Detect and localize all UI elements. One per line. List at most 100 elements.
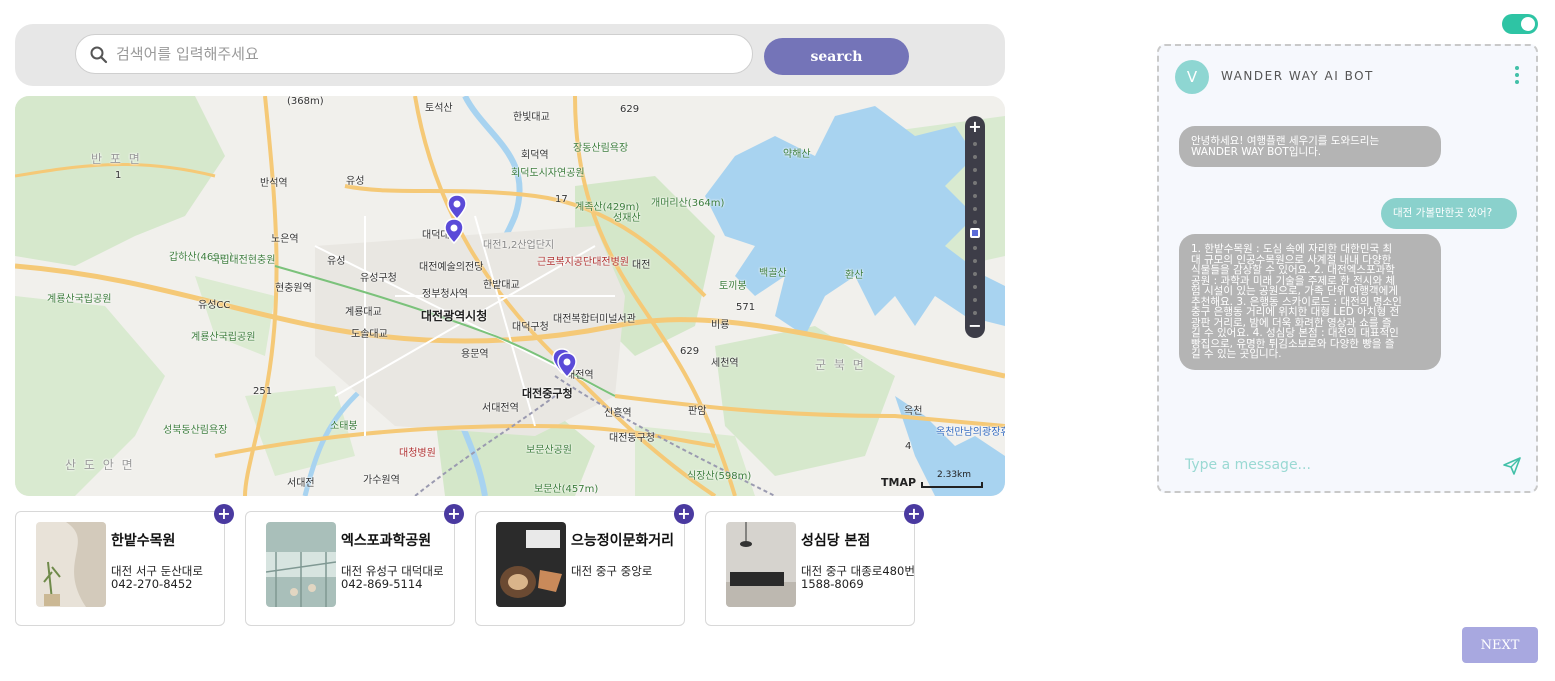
map-label: 한빛대교 [513,112,550,123]
map-pin[interactable] [444,218,464,244]
add-place-button[interactable]: + [904,504,924,524]
map-pin[interactable] [557,352,577,378]
map-label: 대전 [632,260,651,271]
map-label: 유성 [327,256,346,267]
map-label: 판암 [688,406,707,417]
map-label: 계룡산국립공원 [47,294,112,305]
map-label: 산 도 안 면 [65,458,135,472]
place-address: 대전 중구 중앙로 [571,564,653,578]
map-label: 성북동산림욕장 [163,425,228,436]
map-label: 대전중구청 [522,387,573,400]
place-name: 한밭수목원 [111,533,176,549]
scale-label: 2.33km [937,470,972,480]
map-label: 장동산림욕장 [573,143,629,154]
map-label: 도솔대교 [351,329,388,340]
map-label: 약해산 [783,149,811,160]
chat-panel: V WANDER WAY AI BOT 안녕하세요! 여행플랜 세우기를 도와드… [1157,44,1538,493]
map-label: 4 [905,441,912,452]
map-label: 현충원역 [275,283,312,294]
map-label: 대전복합터미널서관 [553,314,636,325]
zoom-slider-handle[interactable] [970,228,980,238]
place-thumbnail [726,522,796,607]
map-label: 17 [555,194,568,205]
app-root: search [0,0,1555,681]
search-icon [90,46,108,64]
place-card[interactable]: 성심당 본점 대전 중구 대종로480번 1588-8069 + [705,504,924,626]
map-label: 노은역 [271,234,299,245]
search-bar: search [15,24,1005,86]
map-label: 서대전 [287,478,315,489]
zoom-in-button[interactable]: + [965,118,985,136]
user-message: 대전 가볼만한곳 있어? [1381,198,1517,229]
map-label: 629 [680,346,700,357]
map-label: 근로복지공단대전병원 [537,257,629,268]
map-label: 국립대전현충원 [211,255,276,266]
map-label: 용문역 [461,349,489,360]
map-label: (368m) [287,96,324,107]
place-name: 엑스포과학공원 [341,533,432,549]
map-label: 세천역 [711,358,739,369]
chat-toggle-switch[interactable] [1502,14,1538,34]
map-label: 토석산 [425,103,453,114]
map-label: 소태봉 [330,421,358,432]
map-label: 한밭대교 [483,280,520,291]
map-label: 251 [253,386,273,397]
map-label: 반석역 [260,178,288,189]
map-label: 유성구청 [360,273,397,284]
add-place-button[interactable]: + [444,504,464,524]
place-card[interactable]: 엑스포과학공원 대전 유성구 대덕대로 042-869-5114 + [245,504,464,626]
zoom-out-button[interactable]: − [965,317,985,335]
map-label: 유성 [346,176,365,187]
place-phone: 042-270-8452 [111,577,193,591]
place-name: 으능정이문화거리 [571,533,675,549]
map-label: 대덕구청 [512,322,549,333]
map-label: 토끼봉 [719,281,747,292]
map-label: 옥천만남의광장휴게소 [936,427,1005,438]
map-label: 계룡산국립공원 [191,332,256,343]
map-label: 계룡대교 [345,307,382,318]
bot-message: 1. 한밭수목원 : 도심 속에 자리한 대한민국 최 대 규모의 인공수목원으… [1179,234,1441,370]
message-input[interactable] [1185,457,1485,473]
add-place-button[interactable]: + [214,504,234,524]
map-label: 군 북 면 [815,358,866,372]
map-label: 대전동구청 [609,433,655,444]
place-name: 성심당 본점 [801,533,871,549]
search-button[interactable]: search [764,38,909,75]
search-input[interactable] [116,35,736,73]
map-label: 성재산 [613,213,641,224]
place-card[interactable]: 한밭수목원 대전 서구 둔산대로 042-270-8452 + [15,504,234,626]
chat-title: WANDER WAY AI BOT [1221,69,1374,83]
map-label: 대청병원 [399,448,436,459]
map-label: 유성CC [198,300,231,311]
map-label: 반 포 면 [91,152,142,166]
map-label: 대전1,2산업단지 [483,240,555,251]
map-label: 대전광역시청 [421,309,488,323]
place-thumbnail [266,522,336,607]
send-icon[interactable] [1503,457,1521,475]
more-options-icon[interactable] [1515,66,1519,87]
place-phone: 042-869-5114 [341,577,423,591]
search-field[interactable] [75,34,753,74]
map-label: 개머리산(364m) [651,198,725,209]
map-label: 서대전역 [482,403,519,414]
add-place-button[interactable]: + [674,504,694,524]
map-brand-logo: TMAP [881,476,917,489]
map-label: 정부청사역 [422,289,468,300]
map-label: 보문산공원 [526,445,572,456]
map-base [15,96,1005,496]
map-view[interactable]: (368m) 토석산 한빛대교 629 장동산림욕장 반 포 면 회덕역 약해산… [15,96,1005,496]
map-label: 가수원역 [363,475,400,486]
next-button[interactable]: NEXT [1462,627,1538,663]
place-thumbnail [496,522,566,607]
place-card[interactable]: 으능정이문화거리 대전 중구 중앙로 + [475,504,694,626]
map-label: 629 [620,104,640,115]
map-label: 1 [115,170,122,181]
map-label: 백골산 [759,268,787,279]
map-label: 보문산(457m) [534,484,599,495]
map-pin[interactable] [447,194,467,220]
place-phone: 1588-8069 [801,577,864,591]
zoom-control[interactable]: + − [965,116,985,338]
map-label: 회덕도시자연공원 [511,168,585,179]
map-label: 571 [736,302,756,313]
map-label: 비룡 [711,320,730,331]
